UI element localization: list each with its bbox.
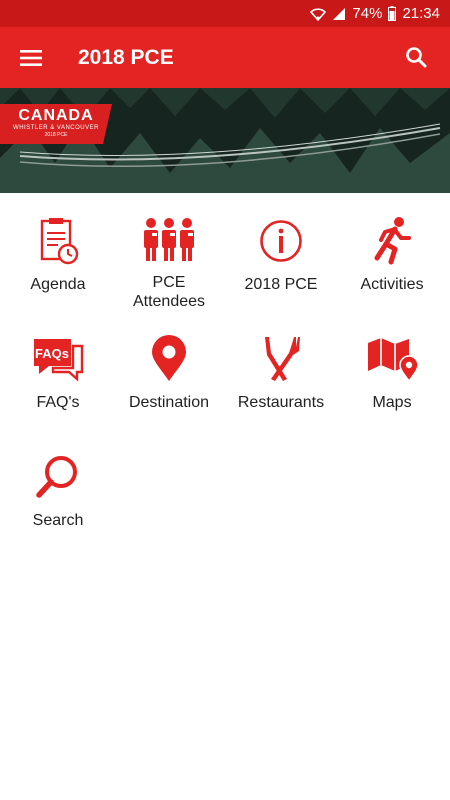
menu-item-maps[interactable]: Maps — [336, 311, 448, 429]
badge-subtitle: WHISTLER & VANCOUVER — [13, 125, 99, 131]
page-title: 2018 PCE — [78, 45, 174, 69]
menu-item-label: Search — [32, 512, 84, 529]
menu-item-activities[interactable]: Activities — [336, 193, 448, 311]
faqs-icon: FAQs — [28, 329, 88, 389]
menu-item-label: Restaurants — [237, 394, 325, 411]
search-button[interactable] — [394, 35, 438, 79]
hero-banner: CANADA WHISTLER & VANCOUVER 2018 PCE — [0, 88, 450, 193]
menu-item-label: Maps — [372, 394, 412, 411]
signal-icon — [332, 7, 346, 21]
menu-item-destination[interactable]: Destination — [113, 311, 225, 429]
location-pin-icon — [139, 329, 199, 389]
battery-icon — [388, 6, 397, 21]
menu-item-label: PCE Attendees — [113, 273, 225, 311]
menu-item-search[interactable]: Search — [2, 429, 114, 547]
menu-item-label: 2018 PCE — [244, 276, 318, 293]
battery-percent: 74% — [352, 5, 383, 22]
menu-item-label: Activities — [360, 276, 424, 293]
clock: 21:34 — [402, 5, 440, 22]
map-icon — [362, 329, 422, 389]
menu-item-agenda[interactable]: Agenda — [2, 193, 114, 311]
menu-item-faqs[interactable]: FAQs FAQ's — [2, 311, 114, 429]
hamburger-menu-button[interactable] — [0, 27, 62, 88]
menu-item-restaurants[interactable]: Restaurants — [225, 311, 337, 429]
status-bar: 74% 21:34 — [0, 0, 450, 27]
agenda-icon — [28, 211, 88, 271]
fork-knife-icon — [251, 329, 311, 389]
running-person-icon — [362, 211, 422, 271]
menu-item-label: Destination — [128, 394, 210, 411]
menu-item-label-line1: PCE — [152, 274, 186, 291]
attendees-icon — [139, 211, 199, 269]
app-bar: 2018 PCE — [0, 27, 450, 88]
canada-badge: CANADA WHISTLER & VANCOUVER 2018 PCE — [0, 104, 112, 144]
search-icon — [28, 447, 88, 507]
badge-title: CANADA — [18, 107, 94, 124]
menu-item-pce-attendees[interactable]: PCE Attendees — [113, 193, 225, 311]
menu-item-2018-pce[interactable]: 2018 PCE — [225, 193, 337, 311]
menu-item-label-line2: Attendees — [132, 293, 206, 310]
hamburger-icon — [20, 49, 42, 66]
search-icon — [406, 47, 427, 68]
info-icon — [251, 211, 311, 271]
svg-text:FAQs: FAQs — [35, 346, 69, 361]
wifi-icon — [310, 7, 327, 21]
menu-item-label: Agenda — [30, 276, 86, 293]
badge-year: 2018 PCE — [44, 132, 68, 138]
menu-item-label: FAQ's — [36, 394, 80, 411]
